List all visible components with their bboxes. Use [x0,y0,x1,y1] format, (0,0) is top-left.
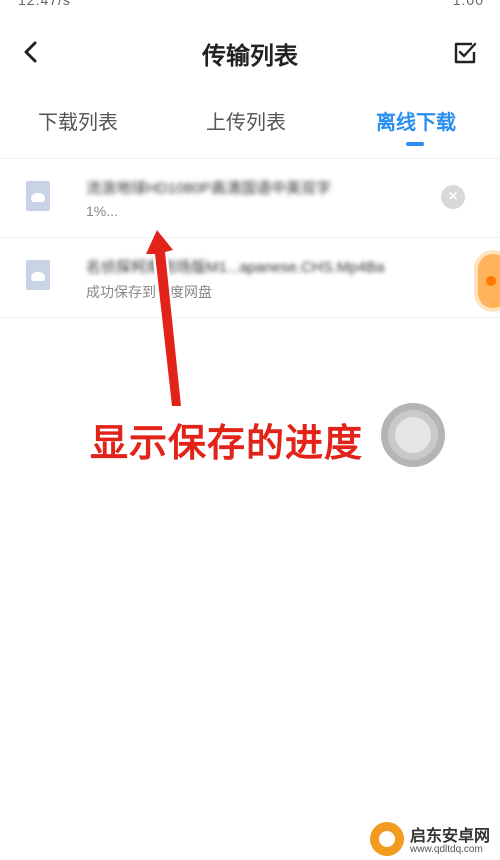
tab-offline-download[interactable]: 离线下载 [376,106,456,135]
cloud-file-icon [26,181,50,211]
page-title: 传输列表 [202,42,298,70]
transfer-list: 流浪地球HD1080P高清国语中英双字 1%... × 名侦探柯南剧场版M1..… [0,158,500,318]
tab-active-indicator [406,142,424,146]
assistive-touch-button[interactable] [381,403,445,467]
watermark-url: www.qdltdq.com [410,844,483,855]
watermark-logo-icon [370,822,404,856]
floating-widget-handle[interactable] [478,254,500,308]
file-status: 成功保存到百度网盘 [86,284,212,300]
file-name: 名侦探柯南剧场版M1...apanese.CHS.Mp4Ba [86,259,385,276]
list-item[interactable]: 名侦探柯南剧场版M1...apanese.CHS.Mp4Ba 成功保存到百度网盘 [0,238,500,318]
watermark: 启东安卓网 www.qdltdq.com [370,820,498,860]
list-item[interactable]: 流浪地球HD1080P高清国语中英双字 1%... × [0,158,500,238]
annotation-label: 显示保存的进度 [90,421,364,465]
cancel-button[interactable]: × [441,185,465,209]
tab-upload-list[interactable]: 上传列表 [206,106,286,135]
tab-download-list[interactable]: 下载列表 [38,106,118,135]
file-name: 流浪地球HD1080P高清国语中英双字 [86,180,332,197]
status-right: 1:00 [452,0,484,8]
watermark-name: 启东安卓网 [410,826,491,845]
status-left: 12:47/s [18,0,71,8]
header: 传输列表 [0,26,500,78]
close-icon: × [448,188,458,205]
status-bar: 12:47/s 1:00 [0,0,500,10]
file-progress: 1%... [86,203,118,219]
cloud-file-icon [26,260,50,290]
checkbox-icon [454,42,477,64]
tab-bar: 下载列表 上传列表 离线下载 [0,100,500,150]
multi-select-button[interactable] [448,36,482,70]
